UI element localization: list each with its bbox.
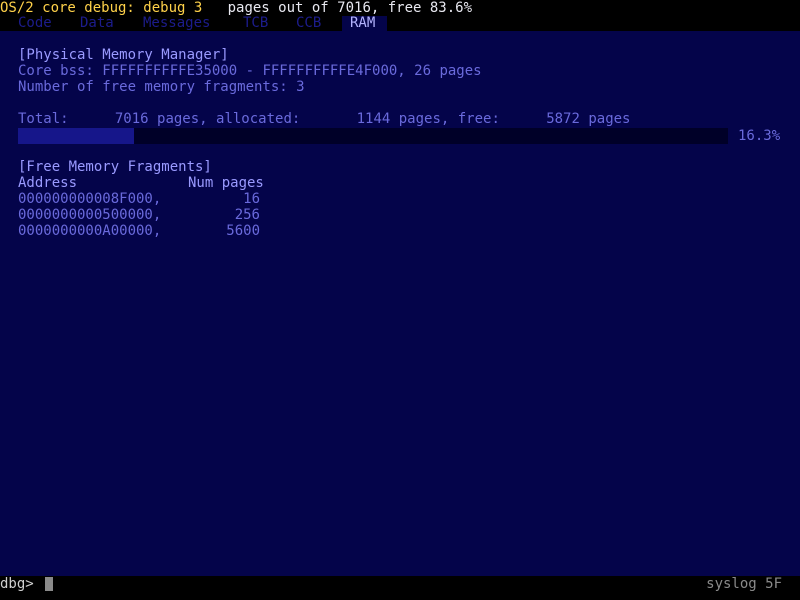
tab-code[interactable]: Code <box>10 16 60 31</box>
tab-bar: Code Data Messages TCB CCB RAM <box>0 16 800 31</box>
tab-ram[interactable]: RAM <box>342 16 387 31</box>
table-row: 0000000000500000, 256 <box>18 207 260 223</box>
table-row: 0000000000A00000, 5600 <box>18 223 260 239</box>
fragment-pages: 256 <box>234 207 260 223</box>
total-label: Total: <box>18 111 69 127</box>
allocation-progress-bar <box>18 128 728 144</box>
pmm-header: [Physical Memory Manager] <box>18 47 229 63</box>
fragments-table-header: Address Num pages <box>18 175 278 191</box>
title-bar: OS/2 core debug: debug 3 pages out of 70… <box>0 0 800 16</box>
core-bss-line: Core bss: FFFFFFFFFFE35000 - FFFFFFFFFFE… <box>18 63 482 79</box>
tab-data[interactable]: Data <box>72 16 122 31</box>
fragments-count-label: Number of free memory fragments: <box>18 79 288 95</box>
totals-pages-word-2: pages, free: <box>398 111 500 127</box>
totals-line: Total: 7016 pages, allocated: 1144 pages, … <box>18 111 631 127</box>
fragment-pages: 16 <box>243 191 260 207</box>
column-address: Address <box>18 175 78 191</box>
fragment-address: 0000000000500000, <box>18 207 162 223</box>
free-pages: 5872 <box>546 111 580 127</box>
fragments-count: 3 <box>296 79 305 95</box>
fragments-header: [Free Memory Fragments] <box>18 159 212 175</box>
allocated-pages: 1144 <box>356 111 391 127</box>
memory-summary: pages out of 7016, free 83.6% <box>227 0 473 16</box>
command-bar: dbg> syslog 5F <box>0 576 800 592</box>
tab-tcb[interactable]: TCB <box>235 16 276 31</box>
tab-ccb[interactable]: CCB <box>288 16 329 31</box>
command-prompt: dbg> <box>0 576 34 592</box>
fragment-address: 000000000008F000, <box>18 191 162 207</box>
debug-console: OS/2 core debug: debug 3 pages out of 70… <box>0 0 800 600</box>
total-pages: 7016 <box>114 111 149 127</box>
syslog-indicator: syslog 5F <box>706 576 782 592</box>
allocation-progress-fill <box>18 128 134 144</box>
allocation-percent: 16.3% <box>738 128 781 144</box>
core-bss-range: FFFFFFFFFFE35000 - FFFFFFFFFFE4F000, 26 … <box>102 63 482 79</box>
command-input[interactable] <box>45 577 53 591</box>
fragment-address: 0000000000A00000, <box>18 223 162 239</box>
fragments-count-line: Number of free memory fragments: 3 <box>18 79 305 95</box>
tab-messages[interactable]: Messages <box>135 16 218 31</box>
table-row: 000000000008F000, 16 <box>18 191 260 207</box>
column-num-pages: Num pages <box>188 175 264 191</box>
totals-pages-word-3: pages <box>588 111 631 127</box>
totals-pages-word-1: pages, allocated: <box>157 111 301 127</box>
window-title: OS/2 core debug: debug 3 <box>0 0 203 16</box>
core-bss-label: Core bss: <box>18 63 94 79</box>
fragment-pages: 5600 <box>226 223 260 239</box>
bottom-strip <box>0 592 800 600</box>
